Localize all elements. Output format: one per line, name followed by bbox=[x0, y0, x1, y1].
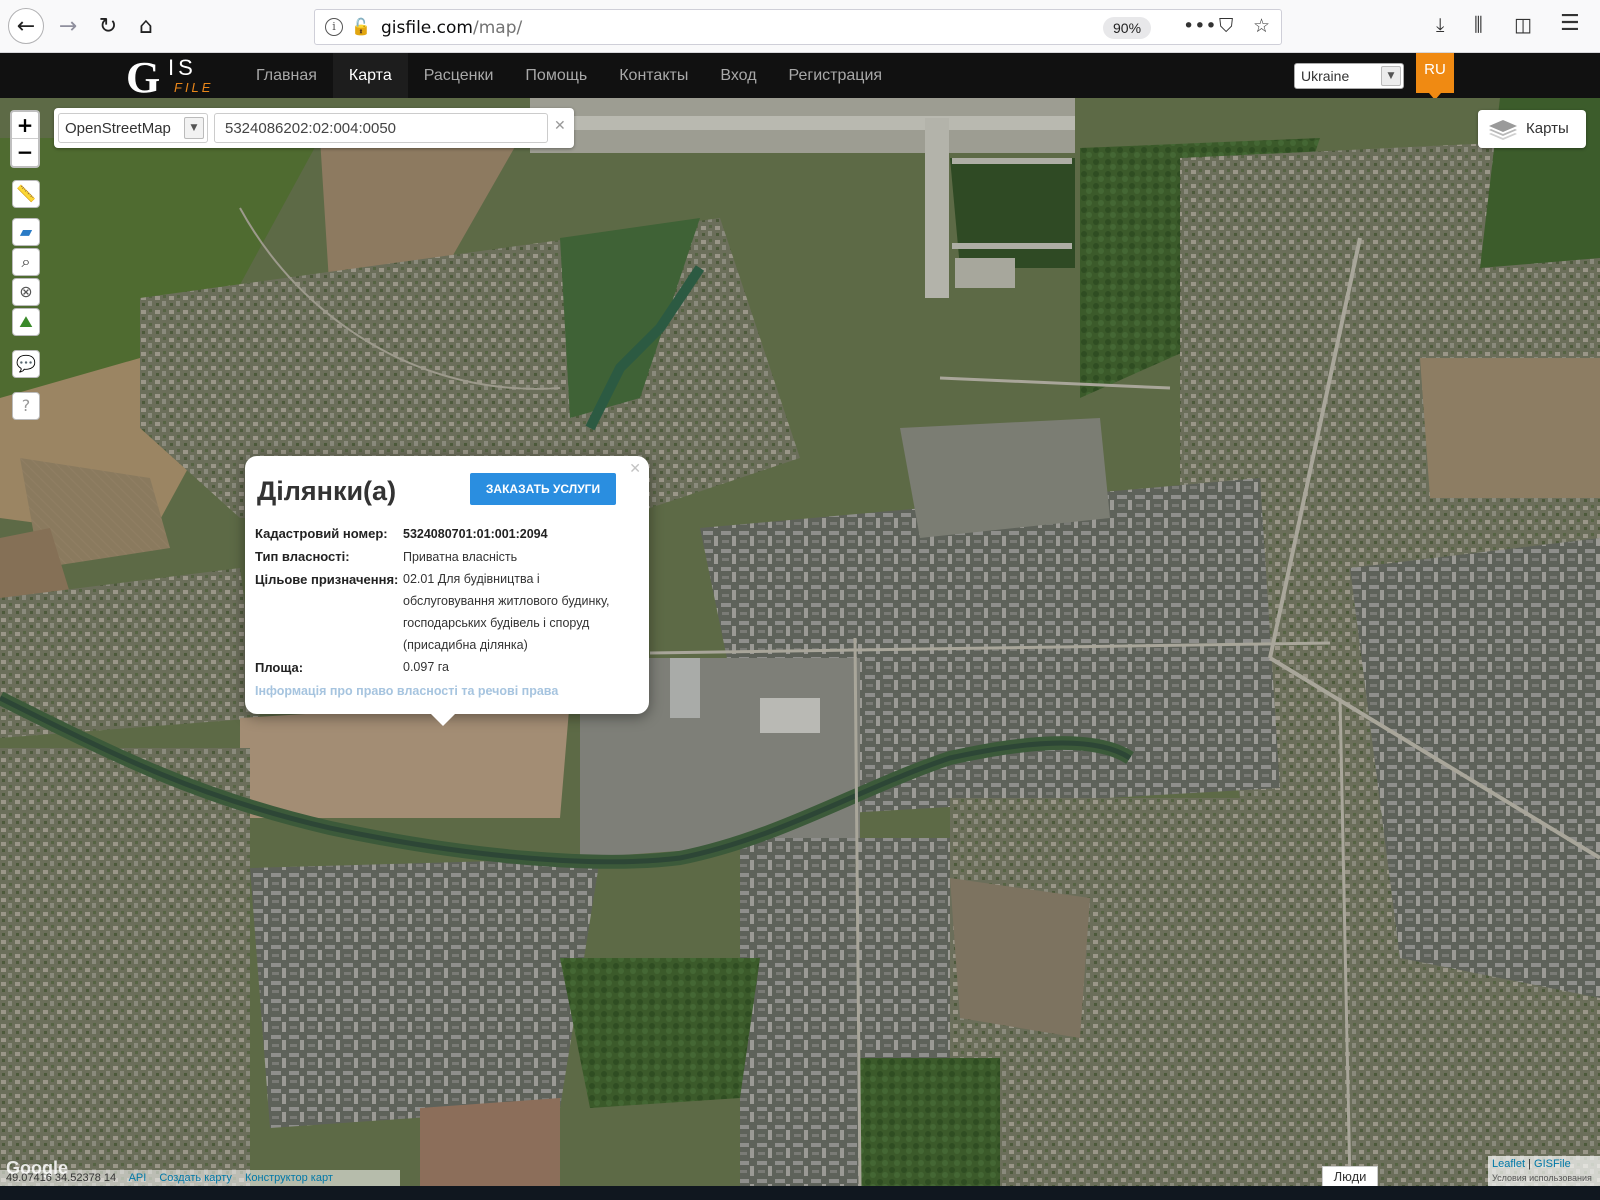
nav-map[interactable]: Карта bbox=[332, 53, 408, 98]
cadastral-search-input[interactable] bbox=[214, 113, 548, 143]
ownership-type-label: Тип власності: bbox=[255, 549, 350, 564]
search-panel: OpenStreetMap ▼ ✕ bbox=[54, 108, 574, 148]
clear-search-icon[interactable]: ✕ bbox=[554, 118, 566, 134]
chevron-down-icon: ▼ bbox=[184, 117, 204, 139]
zoom-level-badge[interactable]: 90% bbox=[1103, 17, 1152, 39]
landscape-icon: ⛰ bbox=[19, 312, 33, 331]
url-path: /map/ bbox=[472, 18, 523, 38]
purpose-value: 02.01 Для будівництва і обслуговування ж… bbox=[403, 572, 610, 652]
comment-button[interactable]: 💬 bbox=[12, 350, 40, 378]
browser-toolbar: ← → ↻ ⌂ i 🔓 gisfile.com/map/ 90% ••• ⛉ ☆… bbox=[0, 0, 1600, 53]
country-select[interactable]: Ukraine ▼ bbox=[1294, 63, 1404, 89]
nav-home[interactable]: Главная bbox=[240, 53, 333, 98]
arrow-left-icon: ← bbox=[16, 13, 36, 39]
library-icon[interactable]: ⫼ bbox=[1474, 14, 1483, 36]
gisfile-link[interactable]: GISFile bbox=[1534, 1158, 1571, 1170]
measure-button[interactable]: 📏 bbox=[12, 180, 40, 208]
home-icon: ⌂ bbox=[139, 13, 153, 39]
arrow-right-icon: → bbox=[58, 13, 78, 39]
map-attribution: Leaflet | GISFile Условия использования bbox=[1488, 1156, 1600, 1186]
ownership-rights-link[interactable]: Інформація про право власності та речові… bbox=[255, 684, 558, 698]
parcel-info-popup: ✕ Ділянки(а) ЗАКАЗАТЬ УСЛУГИ Кадастровий… bbox=[245, 456, 649, 726]
map-constructor-link[interactable]: Конструктор карт bbox=[245, 1172, 333, 1184]
chevron-down-icon: ▼ bbox=[1381, 66, 1401, 86]
nav-register[interactable]: Регистрация bbox=[773, 53, 899, 98]
basemap-value: OpenStreetMap bbox=[65, 120, 171, 137]
downloads-icon[interactable]: ⤓ bbox=[1436, 14, 1444, 36]
help-button[interactable]: ? bbox=[12, 392, 40, 420]
help-icon: ? bbox=[21, 396, 31, 415]
back-button[interactable]: ← bbox=[8, 8, 44, 44]
nav-pricing[interactable]: Расценки bbox=[408, 53, 510, 98]
address-bar[interactable]: i 🔓 gisfile.com/map/ 90% ••• ⛉ ☆ bbox=[314, 9, 1282, 45]
close-circle-icon: ⊗ bbox=[19, 282, 33, 301]
people-button[interactable]: Люди bbox=[1322, 1166, 1378, 1186]
language-switch[interactable]: RU bbox=[1416, 53, 1454, 100]
site-header: G IS FILE Главная Карта Расценки Помощь … bbox=[0, 53, 1600, 102]
layer-edit-button[interactable]: ▰ bbox=[12, 218, 40, 246]
gisfile-logo[interactable]: G IS FILE bbox=[126, 53, 221, 102]
logo-letter-g: G bbox=[126, 53, 161, 102]
main-nav: Главная Карта Расценки Помощь Контакты В… bbox=[240, 53, 898, 98]
url-text[interactable]: gisfile.com/map/ bbox=[381, 18, 522, 38]
cadastral-number-label: Кадастровий номер: bbox=[255, 526, 388, 541]
layer-icon: ▰ bbox=[19, 222, 33, 241]
area-label: Площа: bbox=[255, 660, 304, 675]
api-link[interactable]: API bbox=[129, 1172, 147, 1184]
basemap-select[interactable]: OpenStreetMap ▼ bbox=[58, 113, 208, 143]
ownership-type-value: Приватна власність bbox=[403, 550, 518, 564]
reload-button[interactable]: ↻ bbox=[92, 10, 124, 42]
os-taskbar bbox=[0, 1186, 1600, 1200]
close-icon[interactable]: ✕ bbox=[629, 461, 641, 477]
clear-button[interactable]: ⊗ bbox=[12, 278, 40, 306]
order-services-button[interactable]: ЗАКАЗАТЬ УСЛУГИ bbox=[470, 473, 616, 505]
map-view[interactable]: + − 📏 ▰ ⌕ ⊗ ⛰ 💬 ? OpenStreetMap ▼ ✕ Карт… bbox=[0, 98, 1600, 1186]
nav-contacts[interactable]: Контакты bbox=[603, 53, 704, 98]
page-actions-icon[interactable]: ••• bbox=[1183, 15, 1217, 37]
ruler-icon: 📏 bbox=[16, 184, 36, 203]
insecure-lock-icon[interactable]: 🔓 bbox=[351, 17, 371, 36]
layers-icon bbox=[1489, 120, 1517, 140]
forward-button[interactable]: → bbox=[52, 10, 84, 42]
landscape-button[interactable]: ⛰ bbox=[12, 308, 40, 336]
layers-label: Карты bbox=[1526, 120, 1569, 137]
nav-login[interactable]: Вход bbox=[704, 53, 772, 98]
site-info-icon[interactable]: i bbox=[325, 18, 343, 36]
purpose-label: Цільове призначення: bbox=[255, 572, 399, 587]
coordinates-readout: 49.07416 34.52378 14 bbox=[6, 1172, 117, 1184]
leaflet-link[interactable]: Leaflet bbox=[1492, 1158, 1525, 1170]
country-value: Ukraine bbox=[1301, 68, 1350, 84]
reload-icon: ↻ bbox=[98, 13, 118, 39]
pocket-icon[interactable]: ⛉ bbox=[1219, 15, 1233, 37]
bookmark-star-icon[interactable]: ☆ bbox=[1253, 15, 1270, 37]
zoom-out-button[interactable]: − bbox=[12, 139, 38, 166]
nav-help[interactable]: Помощь bbox=[509, 53, 603, 98]
sidebar-icon[interactable]: ◫ bbox=[1514, 14, 1532, 36]
satellite-imagery[interactable] bbox=[0, 98, 1600, 1186]
terms-of-use-link[interactable]: Условия использования bbox=[1492, 1171, 1596, 1185]
cadastral-number-value: 5324080701:01:001:2094 bbox=[403, 527, 548, 541]
zoom-control: + − bbox=[10, 110, 40, 168]
maps-layers-button[interactable]: Карты bbox=[1478, 110, 1586, 148]
search-icon: ⌕ bbox=[21, 252, 31, 271]
map-footer-strip: 49.07416 34.52378 14 API Создать карту К… bbox=[0, 1170, 400, 1186]
zoom-in-button[interactable]: + bbox=[12, 112, 38, 139]
search-tool-button[interactable]: ⌕ bbox=[12, 248, 40, 276]
hamburger-menu-icon[interactable]: ☰ bbox=[1560, 11, 1580, 36]
area-value: 0.097 га bbox=[403, 660, 449, 674]
logo-word-file: FILE bbox=[174, 80, 214, 95]
popup-title: Ділянки(а) bbox=[257, 476, 397, 506]
home-button[interactable]: ⌂ bbox=[130, 10, 162, 42]
url-host: gisfile.com bbox=[381, 18, 473, 38]
comment-icon: 💬 bbox=[16, 354, 36, 373]
logo-letters-is: IS bbox=[168, 55, 197, 80]
create-map-link[interactable]: Создать карту bbox=[159, 1172, 232, 1184]
